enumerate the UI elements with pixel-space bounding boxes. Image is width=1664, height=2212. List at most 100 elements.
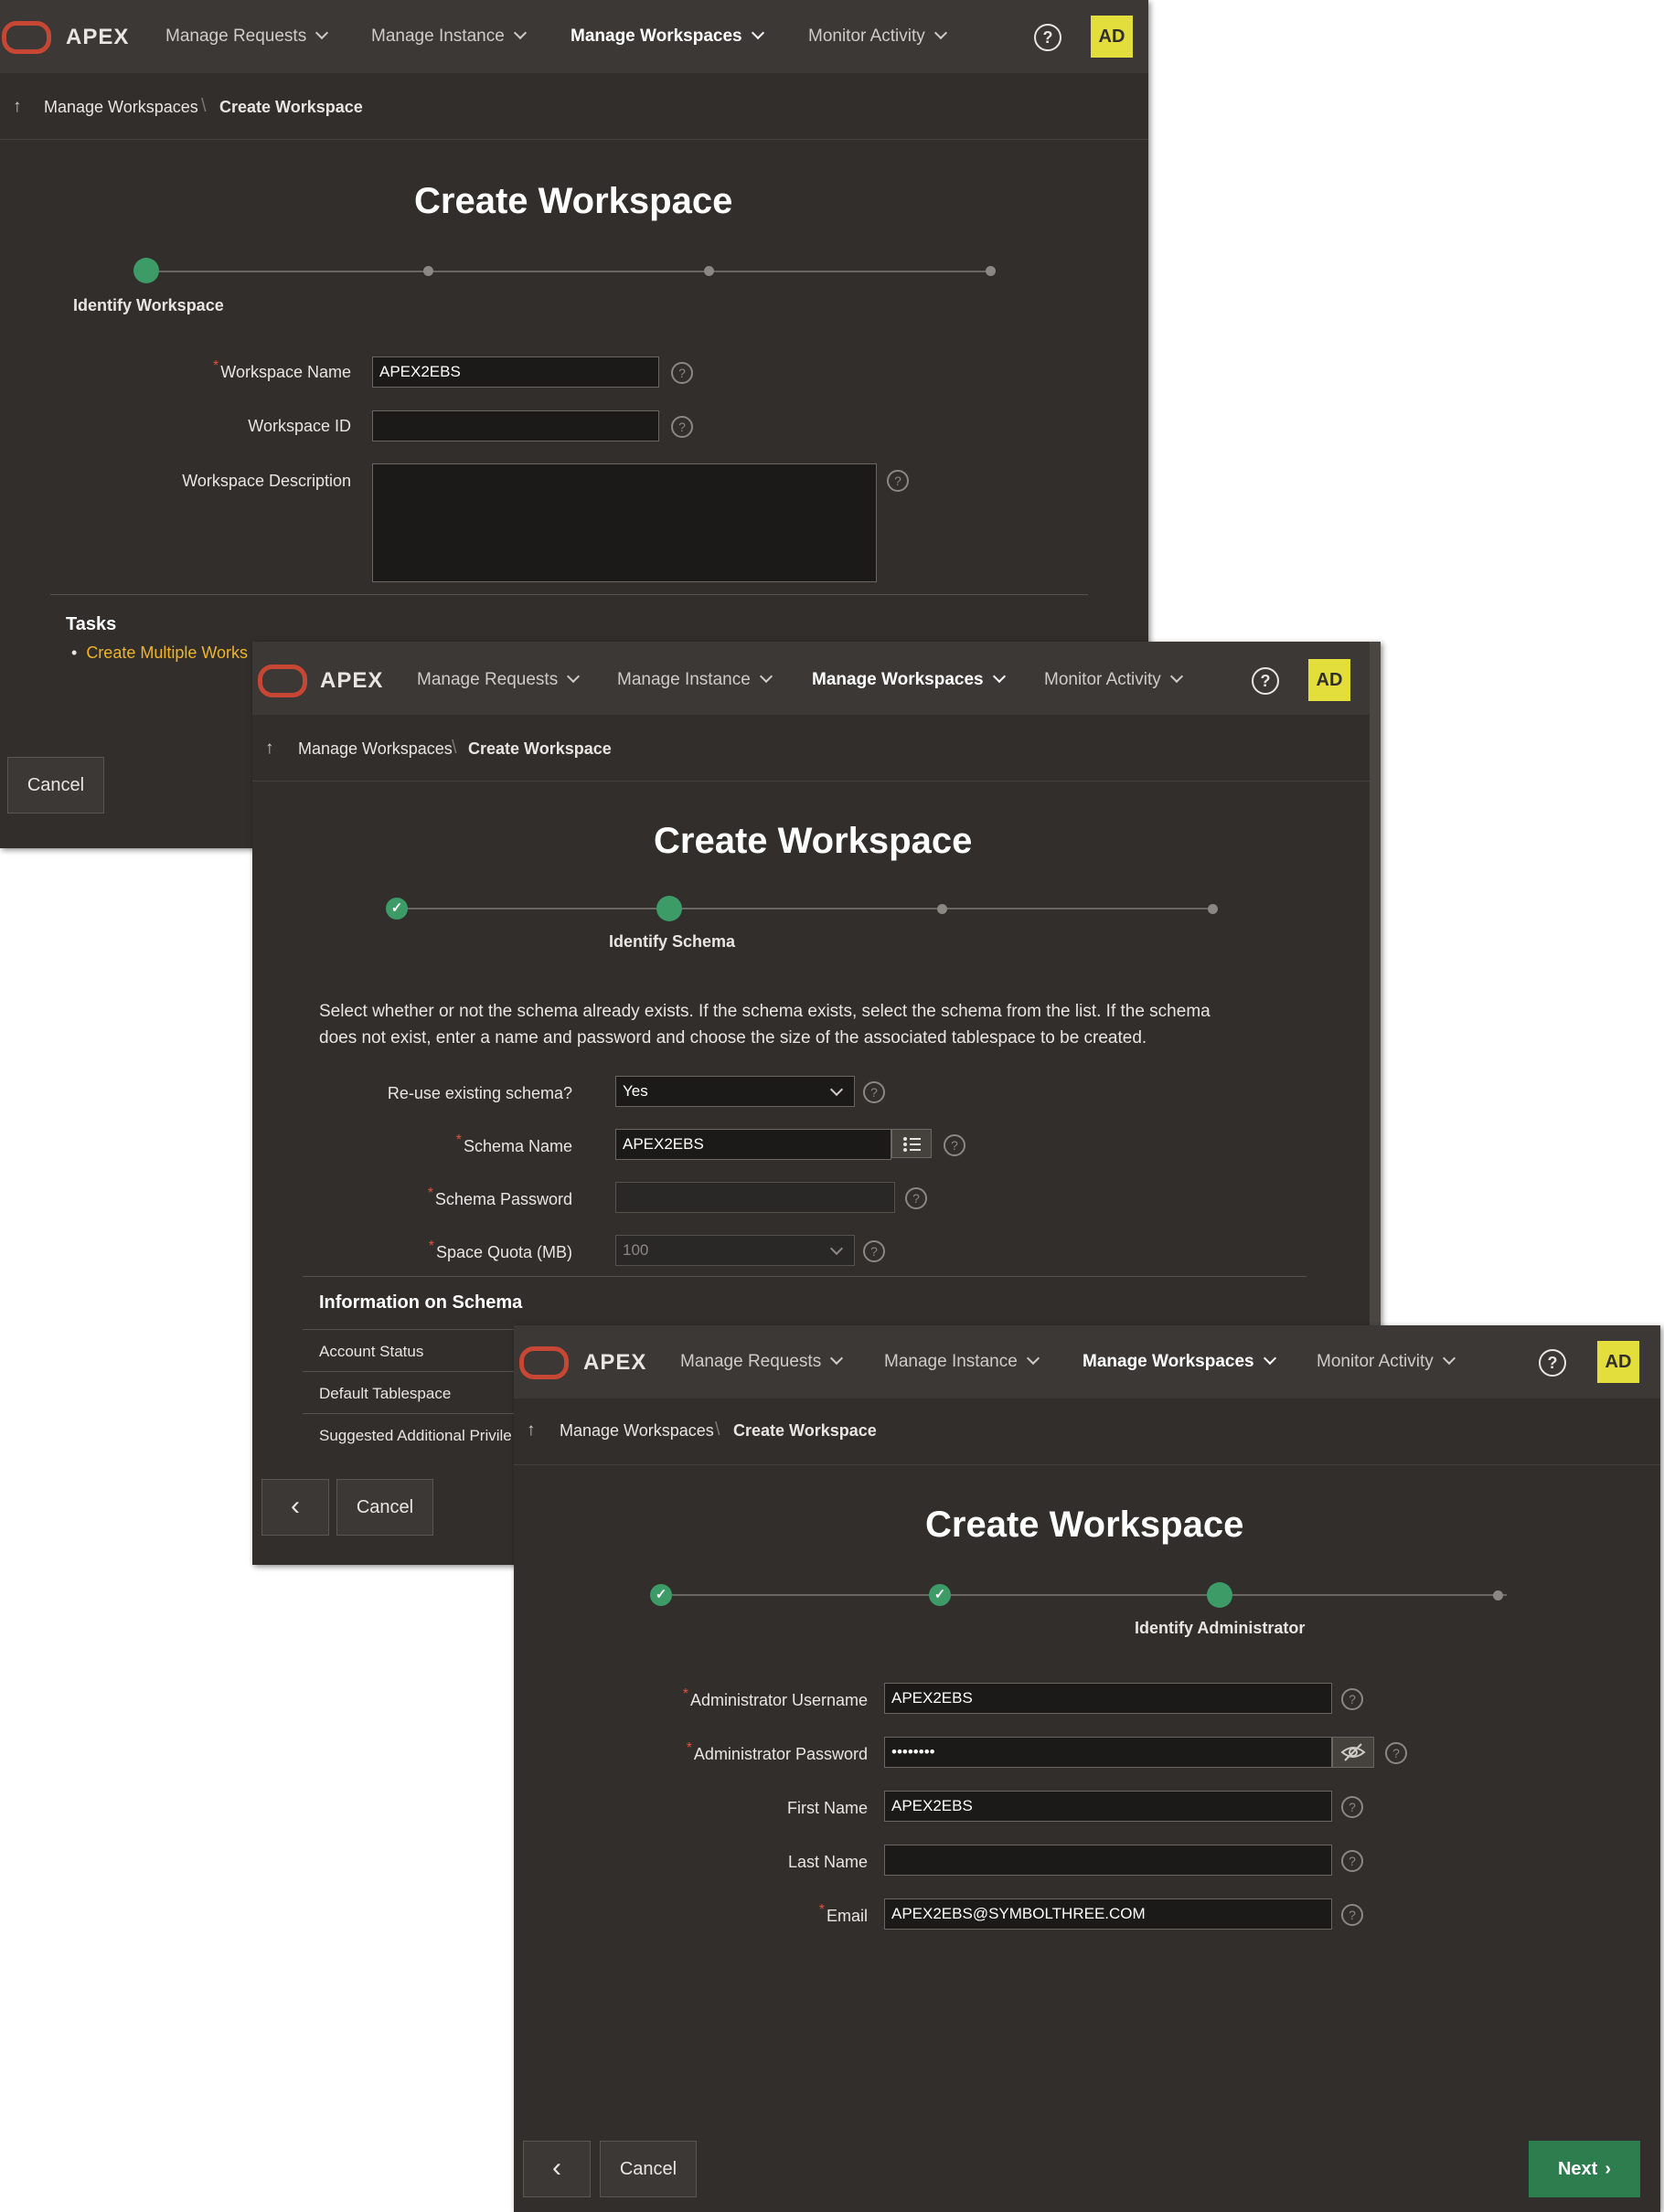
breadcrumb-manage-workspaces[interactable]: Manage Workspaces bbox=[298, 739, 453, 759]
page-title: Create Workspace bbox=[925, 1505, 1244, 1545]
task-link-create-multiple[interactable]: • Create Multiple Works bbox=[71, 643, 248, 663]
chevron-left-icon: ‹ bbox=[291, 1491, 300, 1521]
chevron-right-icon: › bbox=[1605, 2159, 1612, 2179]
space-quota-label: * Space Quota (MB) bbox=[428, 1239, 572, 1261]
nav-monitor-activity[interactable]: Monitor Activity bbox=[808, 26, 947, 47]
brand-name[interactable]: APEX bbox=[66, 25, 129, 50]
check-icon: ✓ bbox=[386, 898, 408, 920]
nav-manage-requests[interactable]: Manage Requests bbox=[165, 26, 329, 47]
nav-manage-requests[interactable]: Manage Requests bbox=[417, 669, 581, 690]
oracle-logo-icon[interactable] bbox=[519, 1346, 569, 1379]
brand-name[interactable]: APEX bbox=[583, 1350, 646, 1376]
schema-intro-text: Select whether or not the schema already… bbox=[319, 1002, 1211, 1048]
wizard-step bbox=[423, 266, 433, 276]
help-icon[interactable]: ? bbox=[1539, 1349, 1566, 1377]
chevron-down-icon bbox=[315, 26, 329, 40]
workspace-id-field[interactable] bbox=[372, 410, 659, 441]
brand-name[interactable]: APEX bbox=[320, 668, 383, 694]
chevron-down-icon bbox=[829, 1241, 844, 1256]
chevron-down-icon bbox=[1026, 1351, 1040, 1366]
tasks-title: Tasks bbox=[66, 614, 117, 634]
help-icon[interactable]: ? bbox=[1034, 24, 1061, 51]
schema-name-field[interactable]: APEX2EBS bbox=[615, 1129, 891, 1160]
oracle-logo-icon[interactable] bbox=[2, 21, 51, 54]
schema-password-field[interactable] bbox=[615, 1182, 895, 1213]
nav-manage-workspaces[interactable]: Manage Workspaces bbox=[1083, 1351, 1276, 1372]
question-icon[interactable]: ? bbox=[905, 1187, 927, 1209]
nav-manage-instance[interactable]: Manage Instance bbox=[884, 1351, 1040, 1372]
question-icon[interactable]: ? bbox=[671, 362, 693, 384]
email-label: * Email bbox=[818, 1902, 868, 1925]
chevron-down-icon bbox=[759, 669, 773, 684]
workspace-description-label: Workspace Description bbox=[182, 472, 351, 490]
chevron-down-icon bbox=[1442, 1351, 1456, 1366]
help-icon[interactable]: ? bbox=[1252, 667, 1279, 695]
eye-slash-icon[interactable] bbox=[1332, 1737, 1374, 1768]
cancel-button[interactable]: Cancel bbox=[336, 1479, 433, 1536]
nav-monitor-activity[interactable]: Monitor Activity bbox=[1317, 1351, 1456, 1372]
question-icon[interactable]: ? bbox=[1341, 1796, 1363, 1818]
workspace-description-field[interactable] bbox=[372, 463, 877, 582]
wizard-step bbox=[1208, 904, 1218, 914]
question-icon[interactable]: ? bbox=[944, 1134, 965, 1156]
up-arrow-icon[interactable]: ↑ bbox=[13, 97, 22, 117]
cancel-button[interactable]: Cancel bbox=[600, 2141, 697, 2197]
schema-name-label: * Schema Name bbox=[455, 1133, 572, 1155]
avatar[interactable]: AD bbox=[1597, 1341, 1639, 1383]
last-name-label: Last Name bbox=[787, 1853, 868, 1871]
admin-username-label: * Administrator Username bbox=[682, 1686, 868, 1709]
workspace-name-label: * Workspace Name bbox=[213, 358, 351, 381]
top-nav-bar: APEX Manage Requests Manage Instance Man… bbox=[252, 642, 1381, 715]
workspace-name-field[interactable]: APEX2EBS bbox=[372, 356, 659, 388]
breadcrumb-current: Create Workspace bbox=[219, 98, 363, 116]
breadcrumb-manage-workspaces[interactable]: Manage Workspaces bbox=[44, 98, 198, 117]
first-name-field[interactable]: APEX2EBS bbox=[884, 1791, 1332, 1822]
nav-monitor-activity[interactable]: Monitor Activity bbox=[1044, 669, 1183, 690]
reuse-schema-select[interactable]: Yes bbox=[615, 1076, 855, 1107]
last-name-field[interactable] bbox=[884, 1845, 1332, 1876]
nav-manage-instance[interactable]: Manage Instance bbox=[371, 26, 527, 47]
question-icon[interactable]: ? bbox=[1341, 1688, 1363, 1710]
next-button[interactable]: Next › bbox=[1529, 2141, 1640, 2197]
up-arrow-icon[interactable]: ↑ bbox=[265, 739, 274, 759]
avatar[interactable]: AD bbox=[1091, 16, 1133, 58]
breadcrumb-manage-workspaces[interactable]: Manage Workspaces bbox=[560, 1421, 714, 1441]
up-arrow-icon[interactable]: ↑ bbox=[527, 1420, 536, 1441]
workspace-id-label: Workspace ID bbox=[248, 417, 351, 435]
question-icon[interactable]: ? bbox=[671, 416, 693, 438]
question-icon[interactable]: ? bbox=[887, 470, 909, 492]
nav-manage-instance[interactable]: Manage Instance bbox=[617, 669, 773, 690]
email-field[interactable]: APEX2EBS@SYMBOLTHREE.COM bbox=[884, 1898, 1332, 1930]
chevron-down-icon bbox=[992, 669, 1006, 684]
question-icon[interactable]: ? bbox=[863, 1240, 885, 1262]
breadcrumb-current: Create Workspace bbox=[733, 1421, 877, 1440]
divider bbox=[303, 1276, 1307, 1277]
info-row-default-tablespace: Default Tablespace bbox=[319, 1385, 452, 1402]
cancel-button[interactable]: Cancel bbox=[7, 757, 104, 814]
nav-manage-requests[interactable]: Manage Requests bbox=[680, 1351, 844, 1372]
schema-password-label: * Schema Password bbox=[427, 1186, 572, 1208]
avatar[interactable]: AD bbox=[1308, 659, 1350, 701]
info-row-account-status: Account Status bbox=[319, 1343, 424, 1360]
first-name-label: First Name bbox=[786, 1799, 868, 1817]
question-icon[interactable]: ? bbox=[1341, 1850, 1363, 1872]
space-quota-select[interactable]: 100 bbox=[615, 1235, 855, 1266]
wizard-step-label: Identify Schema bbox=[609, 932, 736, 951]
breadcrumb-separator: \ bbox=[201, 96, 207, 116]
admin-username-field[interactable]: APEX2EBS bbox=[884, 1683, 1332, 1714]
question-icon[interactable]: ? bbox=[863, 1081, 885, 1103]
reuse-schema-label: Re-use existing schema? bbox=[387, 1084, 572, 1102]
admin-password-field[interactable]: •••••••• bbox=[884, 1737, 1332, 1768]
back-button[interactable]: ‹ bbox=[523, 2141, 591, 2197]
list-icon[interactable] bbox=[891, 1129, 932, 1158]
oracle-logo-icon[interactable] bbox=[258, 665, 307, 697]
question-icon[interactable]: ? bbox=[1341, 1904, 1363, 1926]
wizard-step-label: Identify Workspace bbox=[73, 296, 224, 314]
question-icon[interactable]: ? bbox=[1385, 1742, 1407, 1764]
check-icon: ✓ bbox=[929, 1584, 951, 1606]
nav-manage-workspaces[interactable]: Manage Workspaces bbox=[571, 26, 764, 47]
wizard-track bbox=[146, 271, 993, 272]
back-button[interactable]: ‹ bbox=[261, 1479, 329, 1536]
nav-manage-workspaces[interactable]: Manage Workspaces bbox=[812, 669, 1006, 690]
page-title: Create Workspace bbox=[654, 821, 973, 861]
